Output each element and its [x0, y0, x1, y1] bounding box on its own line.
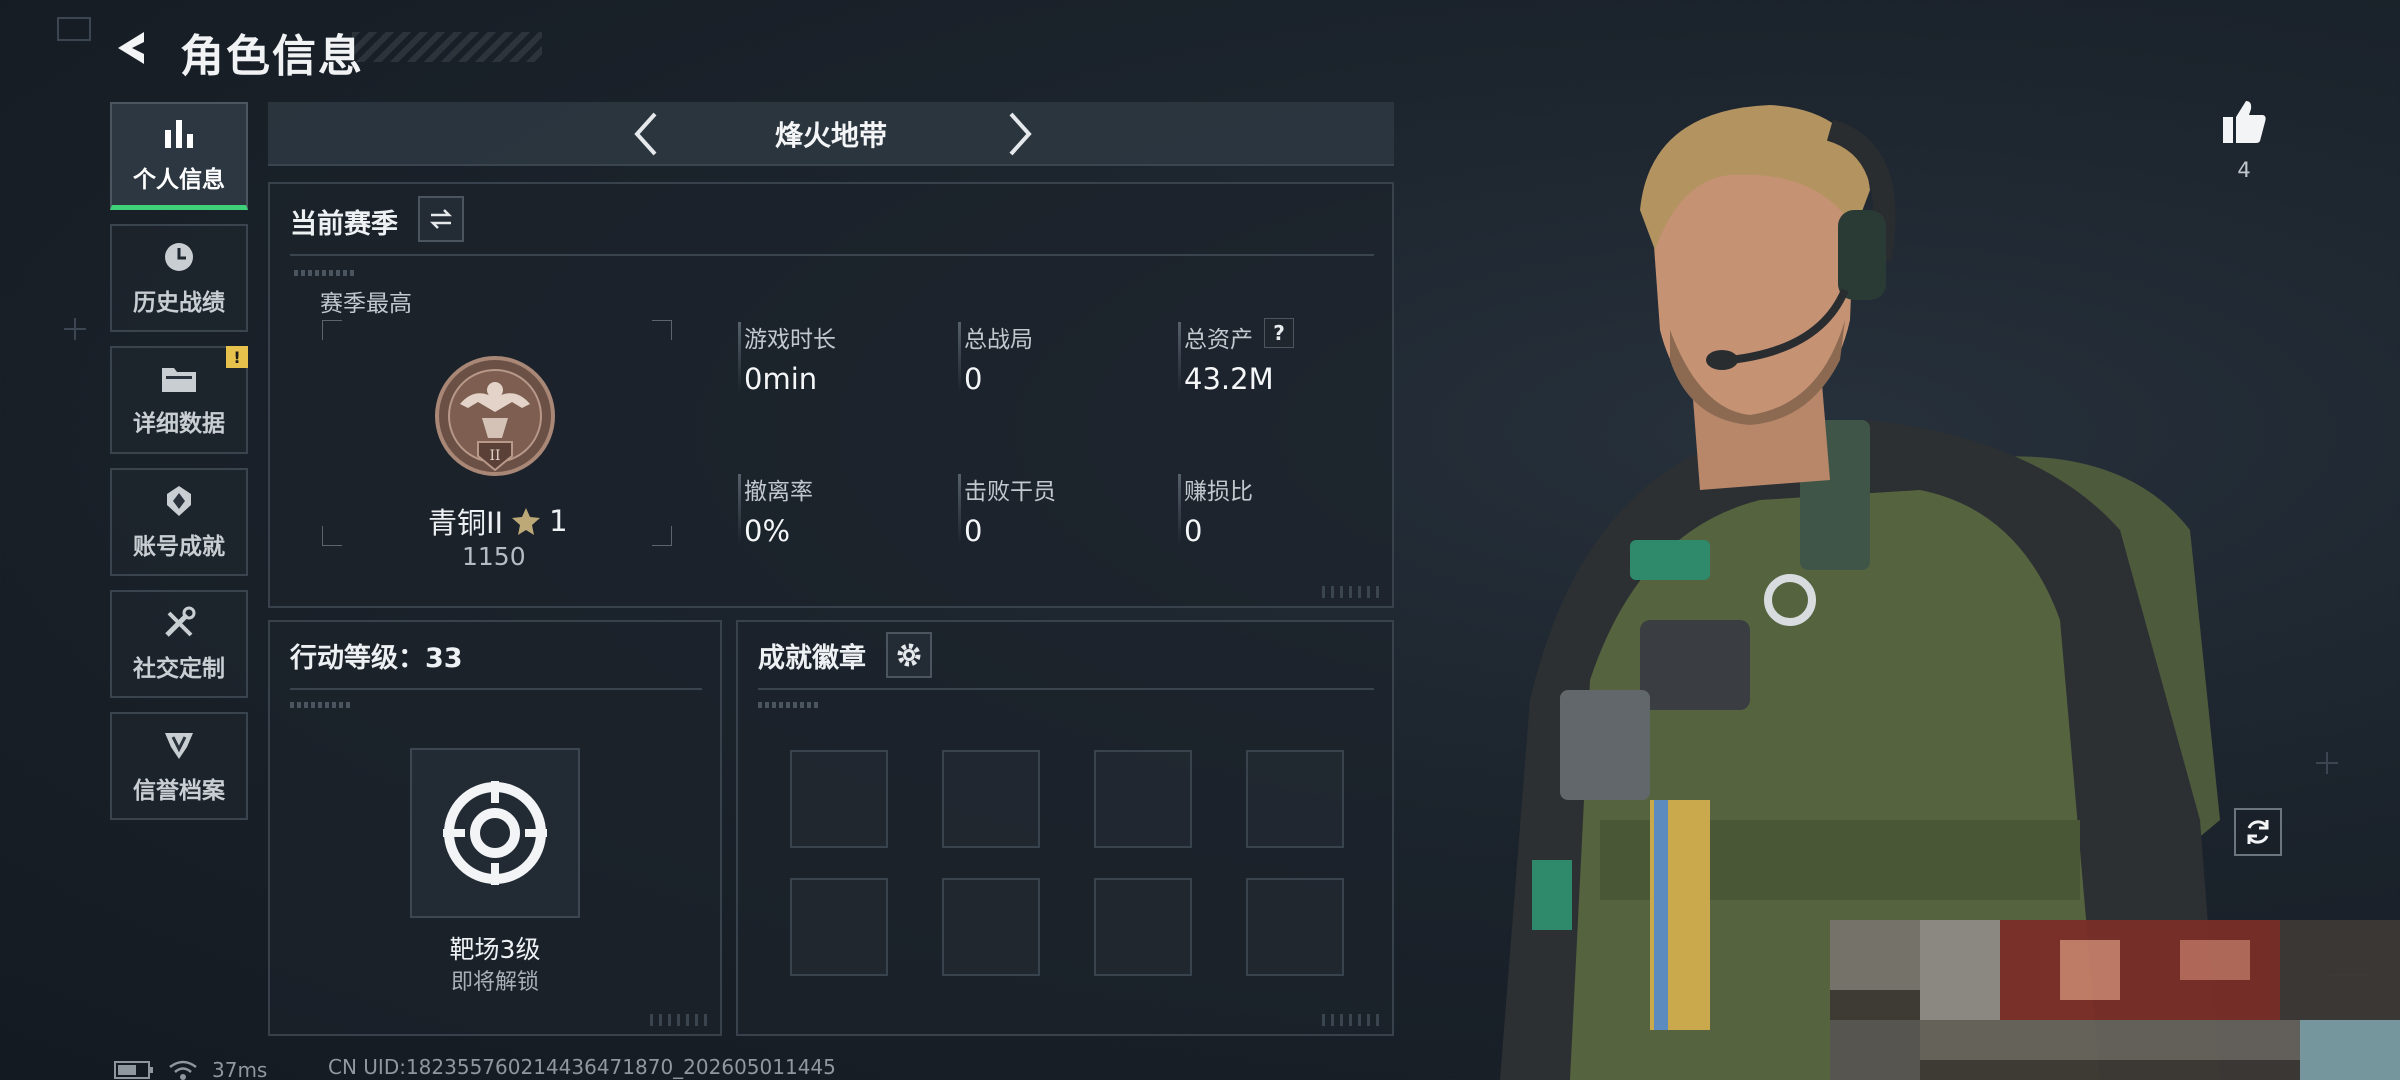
gear-icon [897, 643, 921, 667]
badge-slot[interactable] [942, 878, 1040, 976]
range-level-status: 即将解锁 [450, 970, 539, 995]
page-title: 角色信息 [180, 31, 364, 82]
history-clock-icon [165, 243, 193, 271]
badge-slot[interactable] [1094, 878, 1192, 976]
mode-title: 烽火地带 [774, 119, 887, 152]
thumbs-up-icon [2223, 101, 2266, 143]
mode-selector: 烽火地带 [268, 102, 1394, 166]
stat-value-matches: 0 [964, 362, 983, 396]
corner-decoration [1322, 586, 1382, 598]
status-bar: 37ms [114, 1058, 267, 1080]
stat-bar [958, 474, 961, 544]
chevron-right-icon [1009, 112, 1032, 156]
badge-slot[interactable] [790, 750, 888, 848]
stat-label-playtime: 游戏时长 [744, 327, 836, 353]
achievement-title: 成就徽章 [758, 643, 866, 674]
battery-icon [114, 1061, 153, 1079]
achievement-divider [758, 688, 1374, 690]
uid-text: CN UID:18235576021443647187​0_2026050114… [328, 1055, 836, 1079]
sidebar-item-achievements[interactable]: 账号成就 [110, 468, 248, 576]
stat-label-assets: 总资产 [1184, 327, 1253, 353]
star-icon [512, 508, 541, 535]
sidebar-item-label: 账号成就 [133, 534, 225, 560]
alert-badge: ! [226, 346, 248, 368]
stat-value-profit-ratio: 0 [1184, 514, 1203, 548]
stat-bar [1178, 322, 1181, 392]
assets-help-button[interactable]: ? [1264, 318, 1294, 348]
sidebar-item-details[interactable]: 详细数据 ! [110, 346, 248, 454]
season-divider [290, 254, 1374, 256]
stat-bar [738, 474, 741, 544]
next-mode-button[interactable] [994, 108, 1046, 160]
back-arrow-icon [118, 32, 144, 64]
chevron-left-icon [634, 112, 657, 156]
stat-bar [1178, 474, 1181, 544]
sidebar-item-history[interactable]: 历史战绩 [110, 224, 248, 332]
swap-icon [429, 209, 453, 229]
stripe-decoration [294, 270, 354, 276]
back-button[interactable] [108, 24, 156, 72]
like-button[interactable] [2214, 92, 2274, 152]
wifi-icon [169, 1060, 197, 1080]
rank-emblem-icon: II [435, 356, 555, 476]
season-panel-title: 当前赛季 [290, 209, 398, 240]
bar-chart-icon [165, 119, 193, 148]
rank-line: 青铜II 1 [428, 500, 568, 542]
prev-mode-button[interactable] [620, 108, 672, 160]
operator-character-image [1500, 105, 2400, 1080]
season-panel: 当前赛季 赛季最高 II 青铜II 1 1150 游戏时长 0min 总战局 0… [268, 182, 1394, 608]
range-level-name: 靶场3级 [449, 935, 541, 964]
like-count: 4 [2237, 158, 2251, 182]
sidebar-item-label: 历史战绩 [133, 290, 225, 316]
shooting-range-card[interactable] [410, 748, 580, 918]
rank-name: 青铜II [428, 506, 504, 540]
ping-value: 37ms [212, 1058, 268, 1080]
achievement-icon [167, 486, 191, 516]
sidebar-item-label: 详细数据 [133, 411, 225, 437]
folder-icon [162, 368, 196, 392]
season-switch-button[interactable] [418, 196, 464, 242]
sidebar-item-reputation[interactable]: 信誉档案 [110, 712, 248, 820]
badge-slot[interactable] [790, 878, 888, 976]
stat-label-profit-ratio: 赚损比 [1184, 479, 1253, 505]
stat-label-kills: 击败干员 [964, 479, 1056, 505]
sidebar-item-label: 个人信息 [133, 166, 225, 193]
sidebar-item-social[interactable]: 社交定制 [110, 590, 248, 698]
rank-score: 1150 [462, 542, 526, 571]
rotate-button[interactable] [2234, 808, 2282, 856]
stat-value-kills: 0 [964, 514, 983, 548]
badge-slot[interactable] [1246, 750, 1344, 848]
badge-slot[interactable] [1094, 750, 1192, 848]
title-decoration [352, 32, 542, 62]
stat-bar [738, 322, 741, 392]
season-best-label: 赛季最高 [320, 291, 412, 317]
stat-value-extract-rate: 0% [744, 514, 791, 548]
badge-slot[interactable] [942, 750, 1040, 848]
stat-value-playtime: 0min [744, 362, 818, 396]
reputation-icon [165, 733, 193, 759]
tools-icon [165, 606, 196, 637]
stat-bar [958, 322, 961, 392]
svg-text:II: II [489, 448, 500, 464]
achievement-panel: 成就徽章 [736, 620, 1394, 1036]
badge-slot[interactable] [1246, 878, 1344, 976]
corner-decoration [1322, 1014, 1382, 1026]
rank-stars: 1 [549, 504, 568, 538]
corner-decoration [650, 1014, 710, 1026]
refresh-icon [2247, 820, 2269, 844]
sidebar-item-label: 信誉档案 [133, 778, 225, 804]
stat-value-assets: 43.2M [1184, 362, 1274, 396]
action-level-panel: 行动等级：33 靶场3级 即将解锁 [268, 620, 722, 1036]
action-level-divider [290, 688, 702, 690]
action-level-title: 行动等级：33 [290, 643, 463, 674]
target-icon [443, 781, 547, 885]
achievement-settings-button[interactable] [886, 632, 932, 678]
stat-label-extract-rate: 撤离率 [744, 479, 813, 505]
stat-label-matches: 总战局 [964, 327, 1033, 353]
stripe-decoration [758, 702, 818, 708]
sidebar-item-label: 社交定制 [133, 656, 225, 682]
stripe-decoration [290, 702, 350, 708]
sidebar-item-personal-info[interactable]: 个人信息 [110, 102, 248, 210]
